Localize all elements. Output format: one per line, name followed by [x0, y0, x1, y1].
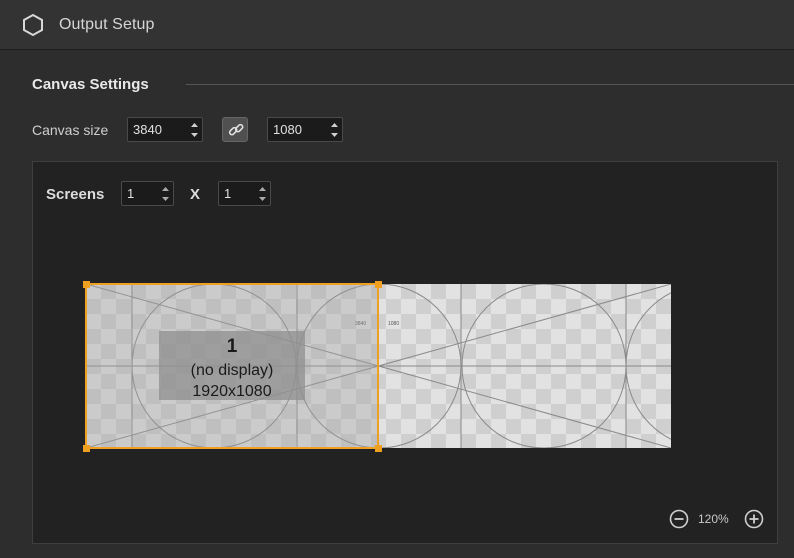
resize-handle[interactable]: [375, 281, 382, 288]
screen-region-1[interactable]: 1 (no display) 1920x1080: [85, 283, 379, 449]
resize-handle[interactable]: [83, 445, 90, 452]
canvas-preview[interactable]: 3840 1080 1 (no display) 1920x1080: [33, 162, 779, 545]
link-aspect-button[interactable]: [222, 117, 248, 142]
window-titlebar: Output Setup: [0, 0, 794, 50]
canvas-width-value: 3840: [133, 122, 162, 137]
resize-handle[interactable]: [375, 445, 382, 452]
section-divider: [186, 84, 794, 85]
canvas-height-spinbox[interactable]: 1080: [267, 117, 343, 142]
section-title: Canvas Settings: [32, 76, 149, 93]
spin-arrows-icon[interactable]: [330, 121, 339, 139]
canvas-height-value: 1080: [273, 122, 302, 137]
canvas-size-label: Canvas size: [32, 122, 109, 138]
tiny-height-label: 1080: [388, 321, 399, 327]
screen-status: (no display): [191, 362, 274, 379]
screen-preview-panel: Screens 1 X 1 3840 1080 1 (no display) 1…: [32, 161, 778, 544]
resize-handle[interactable]: [83, 281, 90, 288]
link-icon: [228, 123, 244, 136]
canvas-width-spinbox[interactable]: 3840: [127, 117, 203, 142]
hexagon-icon: [23, 13, 43, 37]
zoom-out-icon[interactable]: [669, 509, 689, 529]
screen-number: 1: [227, 336, 238, 357]
window-title: Output Setup: [59, 16, 155, 33]
zoom-level: 120%: [698, 512, 729, 526]
zoom-in-icon[interactable]: [744, 509, 764, 529]
screen-resolution: 1920x1080: [192, 383, 271, 400]
spin-arrows-icon[interactable]: [190, 121, 199, 139]
